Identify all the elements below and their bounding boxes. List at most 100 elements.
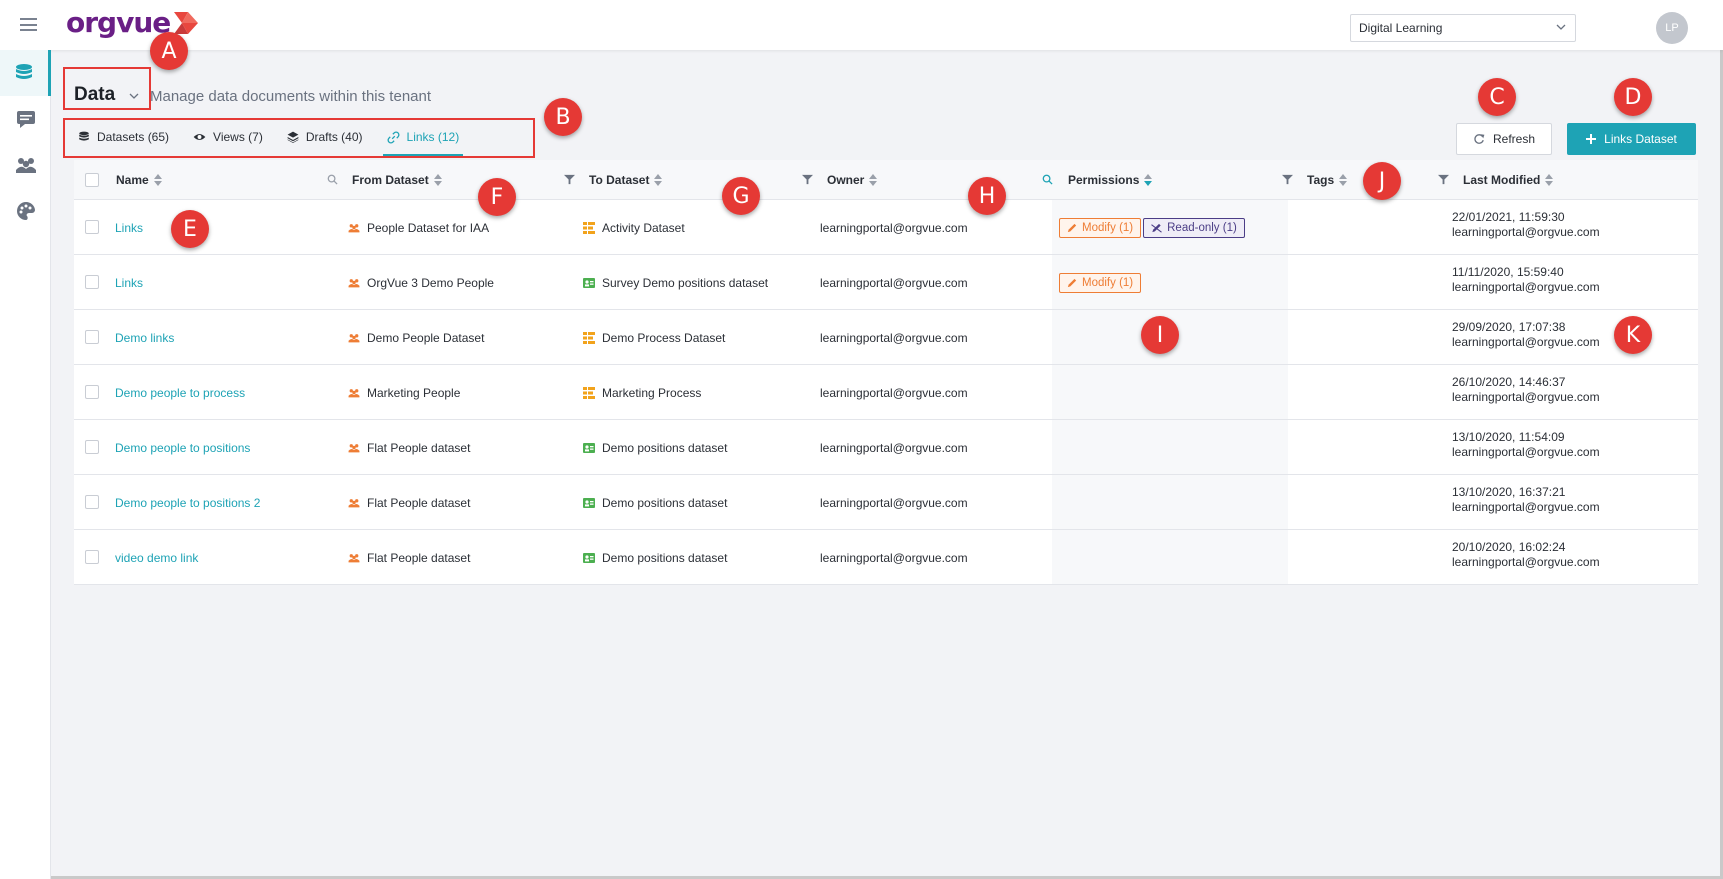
row-checkbox[interactable] [85, 440, 99, 454]
row-checkbox[interactable] [85, 330, 99, 344]
palette-icon [16, 201, 35, 220]
sort-icon [433, 174, 442, 186]
user-avatar[interactable]: LP [1656, 12, 1688, 44]
refresh-icon [1474, 134, 1485, 144]
last-modified-cell: 20/10/2020, 16:02:24 learningportal@orgvu… [1452, 540, 1600, 570]
people-icon [348, 552, 360, 564]
tenant-select-value: Digital Learning [1359, 21, 1443, 35]
page-subtitle: Manage data documents within this tenant [150, 88, 432, 105]
column-to-dataset[interactable]: To Dataset [589, 160, 663, 200]
refresh-button[interactable]: Refresh [1456, 123, 1552, 155]
link-name[interactable]: Links [115, 221, 143, 235]
tenant-select[interactable]: Digital Learning [1350, 14, 1576, 42]
filter-icon[interactable] [1282, 174, 1293, 185]
row-checkbox[interactable] [85, 495, 99, 509]
column-name[interactable]: Name [116, 160, 162, 200]
link-name[interactable]: Demo people to process [115, 386, 245, 400]
row-checkbox[interactable] [85, 550, 99, 564]
filter-icon[interactable] [1438, 174, 1449, 185]
column-permissions[interactable]: Permissions [1068, 160, 1153, 200]
column-from-label: From Dataset [352, 173, 429, 187]
column-from-dataset[interactable]: From Dataset [352, 160, 442, 200]
modified-by: learningportal@orgvue.com [1452, 390, 1600, 404]
modified-date: 13/10/2020, 16:37:21 [1452, 485, 1566, 499]
table-body: Links People Dataset for IAA Activity Data… [74, 200, 1698, 585]
table-row[interactable]: Links OrgVue 3 Demo People Survey Demo pos… [74, 255, 1698, 310]
column-last-modified[interactable]: Last Modified [1463, 160, 1554, 200]
table-row[interactable]: Demo links Demo People Dataset Demo Proces… [74, 310, 1698, 365]
modify-permission-badge[interactable]: Modify (1) [1059, 217, 1142, 238]
top-bar: orgvue Digital Learning LP [0, 0, 1723, 50]
search-icon[interactable] [1042, 174, 1053, 185]
to-dataset-name: Demo Process Dataset [602, 330, 726, 345]
modify-label: Modify (1) [1082, 276, 1134, 289]
table-row[interactable]: Demo people to positions Flat People data… [74, 420, 1698, 475]
chevron-down-icon [1556, 24, 1566, 30]
to-dataset-name: Activity Dataset [602, 220, 685, 235]
modify-permission-badge[interactable]: Modify (1) [1059, 272, 1142, 293]
link-name[interactable]: Links [115, 276, 143, 290]
last-modified-cell: 29/09/2020, 17:07:38 learningportal@orgvu… [1452, 320, 1600, 350]
link-name[interactable]: Demo people to positions 2 [115, 496, 260, 510]
table-row[interactable]: Demo people to process Marketing People Ma… [74, 365, 1698, 420]
marker-i: I [1141, 316, 1179, 354]
sidebar-item-themes[interactable] [0, 188, 51, 234]
marker-g: G [722, 177, 760, 215]
owner-email: learningportal@orgvue.com [820, 385, 968, 400]
owner-email: learningportal@orgvue.com [820, 220, 968, 235]
from-dataset-name: Demo People Dataset [367, 330, 485, 345]
column-owner-label: Owner [827, 173, 865, 187]
link-name[interactable]: Demo links [115, 331, 174, 345]
menu-icon[interactable] [20, 18, 37, 31]
no-edit-icon [1151, 223, 1162, 233]
filter-icon[interactable] [564, 174, 575, 185]
table-row[interactable]: Demo people to positions 2 Flat People da… [74, 475, 1698, 530]
highlight-box-a [63, 67, 151, 110]
logo-mark-icon [174, 12, 198, 34]
table-row[interactable]: video demo link Flat People dataset Demo p… [74, 530, 1698, 585]
last-modified-cell: 26/10/2020, 14:46:37 learningportal@orgvu… [1452, 375, 1600, 405]
link-name[interactable]: Demo people to positions [115, 441, 250, 455]
readonly-label: Read-only (1) [1167, 221, 1237, 234]
column-to-label: To Dataset [589, 173, 650, 187]
people-icon [348, 332, 360, 344]
highlight-box-b [63, 118, 535, 158]
new-links-dataset-label: Links Dataset [1604, 132, 1677, 146]
new-links-dataset-button[interactable]: Links Dataset [1567, 123, 1696, 155]
filter-icon[interactable] [802, 174, 813, 185]
sort-icon [1545, 174, 1554, 186]
column-owner[interactable]: Owner [827, 160, 878, 200]
modified-date: 22/01/2021, 11:59:30 [1452, 210, 1565, 224]
sidebar-item-messages[interactable] [0, 96, 51, 142]
modified-by: learningportal@orgvue.com [1452, 555, 1600, 569]
database-icon [16, 64, 32, 79]
link-name[interactable]: video demo link [115, 551, 198, 565]
readonly-permission-badge[interactable]: Read-only (1) [1143, 217, 1245, 238]
row-checkbox[interactable] [85, 220, 99, 234]
modified-date: 26/10/2020, 14:46:37 [1452, 375, 1566, 389]
sort-icon [1339, 174, 1348, 186]
process-icon [583, 386, 595, 399]
search-icon[interactable] [327, 174, 338, 185]
column-tags-label: Tags [1307, 173, 1335, 187]
last-modified-cell: 13/10/2020, 16:37:21 learningportal@orgvu… [1452, 485, 1600, 515]
sidebar-item-people[interactable] [0, 142, 51, 188]
from-dataset-name: Flat People dataset [367, 495, 471, 510]
table-header: Name From Dataset To Dataset Owner Permi… [74, 160, 1698, 200]
from-dataset-name: Flat People dataset [367, 550, 471, 565]
column-tags[interactable]: Tags [1307, 160, 1348, 200]
people-icon [348, 497, 360, 509]
to-dataset-name: Demo positions dataset [602, 495, 728, 510]
people-icon [348, 277, 360, 289]
modified-by: learningportal@orgvue.com [1452, 445, 1600, 459]
row-checkbox[interactable] [85, 385, 99, 399]
table-row[interactable]: Links People Dataset for IAA Activity Data… [74, 200, 1698, 255]
select-all-checkbox[interactable] [85, 173, 99, 187]
from-dataset-name: People Dataset for IAA [367, 220, 490, 235]
process-icon [583, 221, 595, 234]
row-checkbox[interactable] [85, 275, 99, 289]
positions-icon [583, 552, 595, 564]
sort-icon [1144, 174, 1153, 186]
positions-icon [583, 442, 595, 454]
sidebar-item-data[interactable] [0, 50, 51, 96]
